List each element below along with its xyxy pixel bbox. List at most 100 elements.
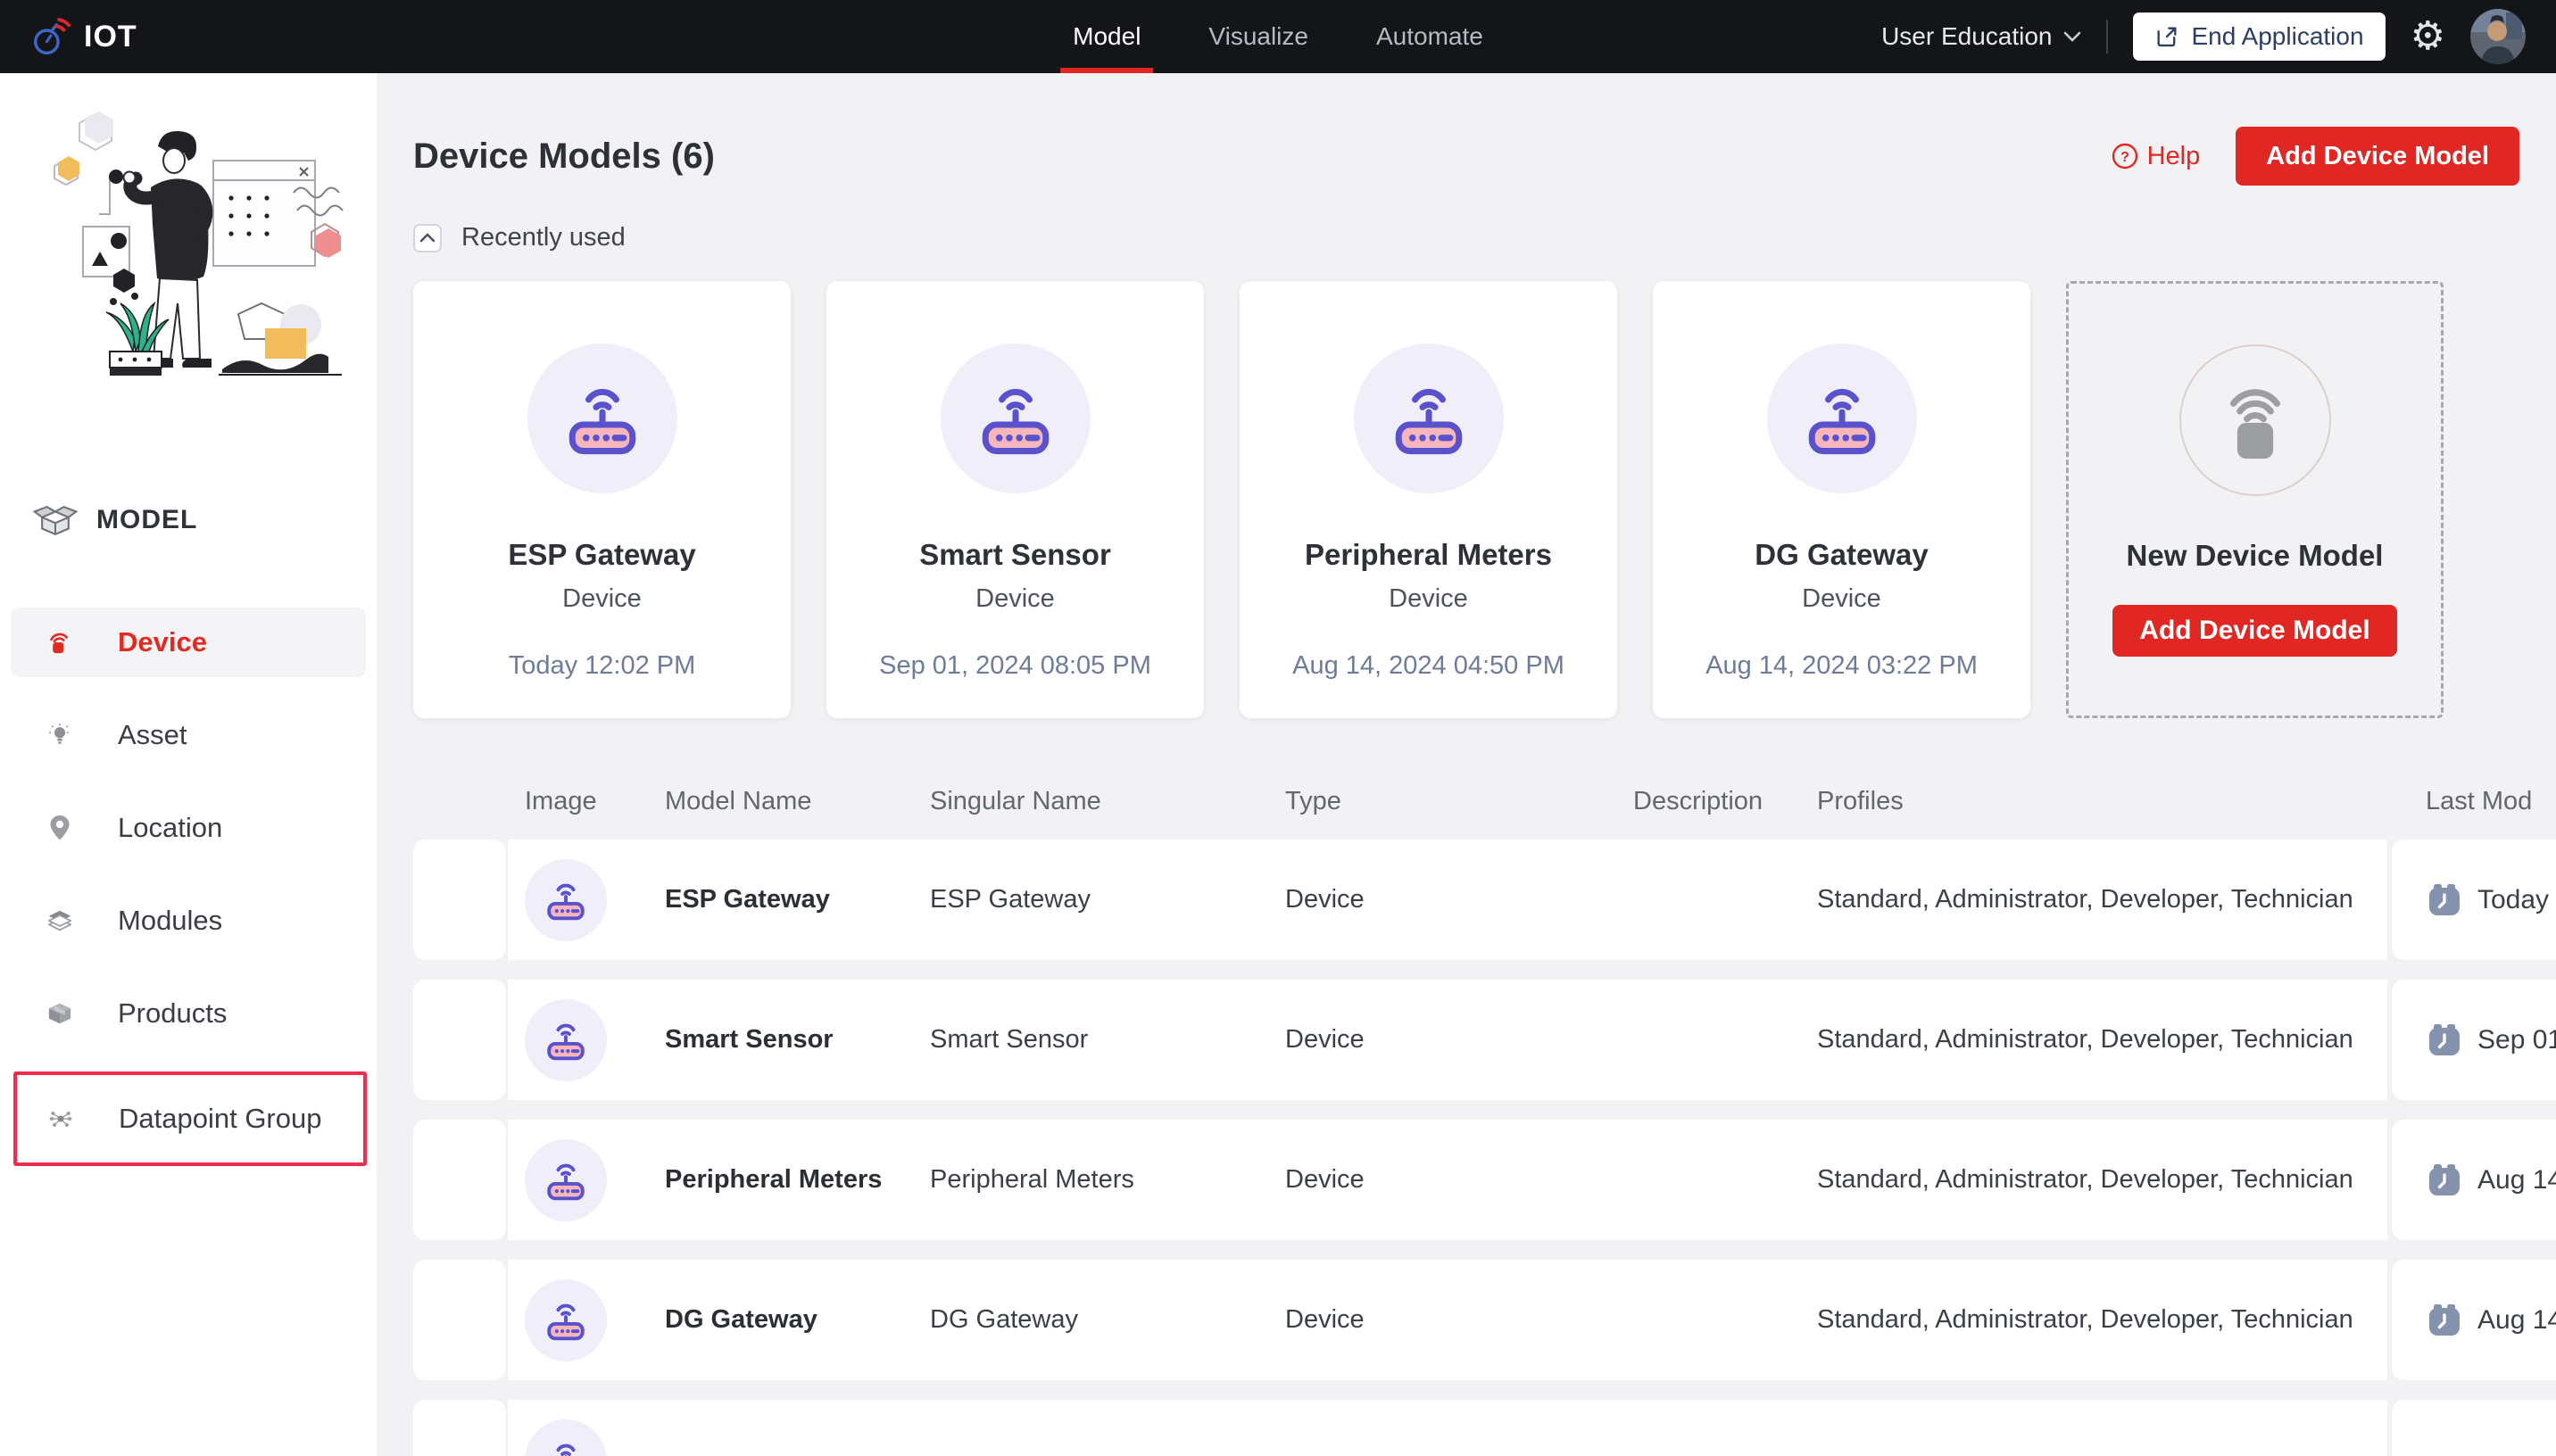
chevron-down-icon [2063,31,2080,42]
help-label: Help [2146,141,2201,170]
row-device-icon [525,1138,607,1221]
model-box-icon [32,506,79,536]
tab-model[interactable]: Model [1060,0,1154,73]
sidebar-item-location[interactable]: Location [11,793,366,863]
new-device-model-title: New Device Model [2126,539,2384,572]
cell-profiles: Standard, Administrator, Developer, Tech… [1817,1165,2353,1194]
sidebar-illustration [54,112,344,376]
avatar-photo [2470,9,2526,64]
card-model-name: DG Gateway [1755,538,1929,571]
device-model-icon [1766,343,1917,493]
new-device-icon [2178,344,2331,496]
sidebar-item-label: Products [118,997,228,1029]
new-device-model-card: New Device Model Add Device Model [2066,281,2444,718]
sidebar-item-products[interactable]: Products [11,979,366,1048]
row-device-icon [525,1419,607,1456]
cell-model-name: Peripheral Meters [665,1165,883,1194]
sidebar-item-modules[interactable]: Modules [11,886,366,956]
end-application-button[interactable]: End Application [2132,12,2386,61]
add-device-model-button[interactable]: Add Device Model [2236,127,2519,186]
tab-visualize[interactable]: Visualize [1203,0,1314,73]
cell-last-modified: Aug 14, 2024 03:22 PM [2392,1260,2556,1380]
sidebar-section-model: MODEL [32,497,377,543]
top-navigation-bar: IOT Model Visualize Automate User Educat… [0,0,2556,73]
card-last-used-time: Today 12:02 PM [508,651,696,680]
main-content: Device Models (6) ? Help Add Device Mode… [377,73,2556,1456]
user-avatar[interactable] [2470,9,2526,64]
sidebar-item-label: Datapoint Group [119,1103,322,1134]
iot-logo-icon [34,18,71,55]
table-row-partial[interactable] [413,1400,2556,1456]
table-row[interactable]: ESP Gateway ESP Gateway Device Standard,… [413,840,2556,960]
table-row[interactable]: DG Gateway DG Gateway Device Standard, A… [413,1260,2556,1380]
device-model-icon [940,343,1091,493]
cell-profiles: Standard, Administrator, Developer, Tech… [1817,1305,2353,1334]
recent-card-peripheral-meters[interactable]: Peripheral Meters Device Aug 14, 2024 04… [1240,281,1617,718]
products-package-icon [48,1002,71,1025]
annotation-highlight-box: Datapoint Group [13,1071,367,1166]
card-last-used-time: Sep 01, 2024 08:05 PM [879,651,1151,680]
card-model-name: Peripheral Meters [1305,538,1552,571]
card-model-name: Smart Sensor [919,538,1111,571]
cell-type: Device [1285,1165,1365,1194]
collapse-chevron-up-button[interactable] [413,223,442,252]
cell-singular-name: Smart Sensor [930,1025,1089,1054]
sidebar-item-label: Location [118,812,223,843]
cell-last-modified: Aug 14, 2024 04:50 PM [2392,1120,2556,1240]
svg-text:?: ? [2120,150,2129,165]
table-row[interactable]: Smart Sensor Smart Sensor Device Standar… [413,980,2556,1100]
recently-used-label: Recently used [461,223,626,252]
cell-last-modified [2392,1400,2556,1456]
cell-type: Device [1285,885,1365,914]
recent-card-smart-sensor[interactable]: Smart Sensor Device Sep 01, 2024 08:05 P… [826,281,1204,718]
card-last-used-time: Aug 14, 2024 03:22 PM [1705,651,1978,680]
cell-singular-name: DG Gateway [930,1305,1078,1334]
row-device-icon [525,858,607,941]
asset-lightbulb-icon [48,724,71,747]
sidebar-item-asset[interactable]: Asset [11,700,366,770]
clock-icon [2427,1162,2461,1197]
row-lead-cell [413,840,506,960]
tab-automate[interactable]: Automate [1371,0,1489,73]
cell-model-name: DG Gateway [665,1305,817,1334]
card-last-used-time: Aug 14, 2024 04:50 PM [1292,651,1564,680]
card-model-type: Device [975,584,1055,613]
column-header-singular-name: Singular Name [930,786,1101,815]
cell-model-name: Smart Sensor [665,1025,834,1054]
topbar-divider [2105,20,2108,54]
cell-singular-name: ESP Gateway [930,885,1091,914]
settings-gear-icon[interactable]: ⚙ [2411,17,2445,56]
table-row[interactable]: Peripheral Meters Peripheral Meters Devi… [413,1120,2556,1240]
cell-last-modified: Sep 01, 2024 08:05 PM [2392,980,2556,1100]
row-lead-cell [413,1400,506,1456]
row-device-icon [525,998,607,1081]
cell-profiles: Standard, Administrator, Developer, Tech… [1817,885,2353,914]
sidebar-item-label: Device [118,626,207,658]
sidebar-item-device[interactable]: Device [11,608,366,677]
sidebar-section-label: MODEL [96,505,198,534]
help-link[interactable]: ? Help [2112,141,2201,171]
cell-singular-name: Peripheral Meters [930,1165,1134,1194]
cell-model-name: ESP Gateway [665,885,830,914]
recently-used-cards: ESP Gateway Device Today 12:02 PM Smart … [413,281,2519,718]
cell-type: Device [1285,1025,1365,1054]
cell-profiles: Standard, Administrator, Developer, Tech… [1817,1025,2353,1054]
row-lead-cell [413,1120,506,1240]
recent-card-dg-gateway[interactable]: DG Gateway Device Aug 14, 2024 03:22 PM [1653,281,2030,718]
row-device-icon [525,1278,607,1361]
add-device-model-card-button[interactable]: Add Device Model [2112,605,2397,657]
card-model-name: ESP Gateway [508,538,696,571]
clock-icon [2427,1302,2461,1337]
recent-card-esp-gateway[interactable]: ESP Gateway Device Today 12:02 PM [413,281,791,718]
external-link-icon [2157,27,2176,47]
device-icon [48,631,71,654]
portal-name: User Education [1881,22,2053,50]
last-modified-text: Aug 14, 2024 04:50 PM [2477,1164,2556,1195]
brand-logo[interactable]: IOT [30,16,137,57]
top-nav-tabs: Model Visualize Automate [1060,0,1489,73]
page-header: Device Models (6) ? Help Add Device Mode… [413,127,2519,186]
portal-selector[interactable]: User Education [1881,22,2080,51]
sidebar-item-datapoint-group[interactable]: Datapoint Group [17,1084,363,1154]
chevron-up-icon [419,233,436,243]
column-header-model-name: Model Name [665,786,812,815]
